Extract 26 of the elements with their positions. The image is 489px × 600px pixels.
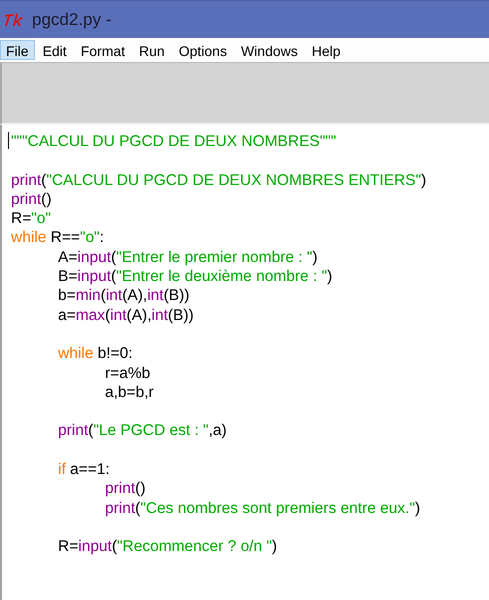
code-line: print("CALCUL DU PGCD DE DEUX NOMBRES ENTIERS") [11,170,426,190]
code-line: if a==1: [58,460,110,480]
code-line: while b!=0: [58,344,133,364]
menu-item[interactable]: Help [306,40,347,60]
menu-item[interactable]: Options [172,40,233,60]
code-line: print() [105,479,146,499]
code-line: """CALCUL DU PGCD DE DEUX NOMBRES""" [11,132,336,152]
code-line: R=input("Recommencer ? o/n ") [58,537,278,557]
code-line: A=input("Entrer le premier nombre : ") [58,248,318,268]
menu-item[interactable]: Run [133,40,171,60]
menu-item[interactable]: Format [74,40,132,60]
menu-item[interactable]: File [0,40,35,60]
code-line: print("Ces nombres sont premiers entre eux.") [105,498,420,518]
menu-item[interactable]: Edit [36,40,73,60]
code-line: print("Le PGCD est : ",a) [58,421,227,441]
code-line: b=min(int(A),int(B)) [58,286,190,306]
text-cursor [8,132,9,149]
window-title: pgcd2.py - [32,10,112,30]
code-line: a=max(int(A),int(B)) [58,306,194,325]
code-line: a,b=b,r [105,382,154,402]
menu-item[interactable]: Windows [234,40,304,60]
code-line: R="o" [11,209,51,228]
code-line: r=a%b [105,364,150,383]
code-line: while R=="o": [11,228,104,248]
code-line: B=input("Entrer le deuxième nombre : ") [58,267,332,286]
code-line: print() [11,190,52,210]
